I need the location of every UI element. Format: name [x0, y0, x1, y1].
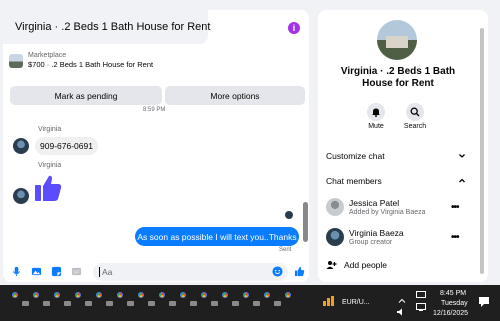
- member-row[interactable]: Virginia Baeza Group creator: [326, 228, 466, 246]
- member-avatar: [326, 228, 344, 246]
- svg-text:GIF: GIF: [73, 269, 80, 274]
- message-bubble-incoming[interactable]: 909-676-0691: [35, 137, 98, 155]
- marketplace-listing[interactable]: Marketplace $700 · .2 Beds 1 Bath House …: [9, 52, 153, 69]
- search-button[interactable]: Search: [398, 103, 432, 130]
- add-people-label: Add people: [344, 260, 388, 270]
- marketplace-label: Marketplace: [28, 52, 67, 59]
- more-icon[interactable]: •••: [451, 232, 459, 243]
- like-button-icon[interactable]: [294, 266, 305, 277]
- sticker-icon[interactable]: [51, 266, 62, 277]
- listing-price: $700 · .2 Beds 1 Bath House for Rent: [28, 60, 154, 69]
- window-preview-icon: [85, 301, 92, 306]
- chat-header[interactable]: Virginia · .2 Beds 1 Bath House for Rent: [3, 10, 211, 44]
- window-preview-icon: [127, 301, 134, 306]
- clock-time[interactable]: 8:45 PM: [440, 290, 466, 297]
- clock-day[interactable]: Tuesday: [441, 300, 468, 307]
- sender-name: Virginia: [38, 162, 62, 169]
- member-subtitle: Added by Virginia Baeza: [349, 209, 426, 216]
- chat-title: Virginia · .2 Beds 1 Bath House for Rent: [15, 21, 211, 33]
- mute-button[interactable]: Mute: [359, 103, 393, 130]
- thumbs-up-icon[interactable]: [33, 173, 63, 203]
- customize-chat-label: Customize chat: [326, 151, 385, 161]
- speaker-icon[interactable]: [396, 308, 406, 316]
- mute-label: Mute: [368, 123, 384, 130]
- chat-info-panel: Virginia · .2 Beds 1 Bath House for Rent…: [318, 10, 488, 282]
- window-preview-icon: [148, 301, 155, 306]
- window-preview-icon: [169, 301, 176, 306]
- info-scrollbar[interactable]: [480, 28, 484, 274]
- message-timestamp: 8:59 PM: [143, 107, 166, 113]
- window-preview-icon: [190, 301, 197, 306]
- monitor-icon[interactable]: [416, 291, 426, 299]
- chrome-icon[interactable]: [136, 290, 146, 300]
- network-icon[interactable]: [416, 303, 426, 311]
- chrome-icon[interactable]: [115, 290, 125, 300]
- chevron-up-icon: [459, 178, 465, 183]
- window-preview-icon: [274, 301, 281, 306]
- read-receipt-avatar: [285, 211, 293, 219]
- add-people-button[interactable]: Add people: [326, 260, 387, 270]
- more-icon[interactable]: •••: [451, 202, 459, 213]
- bell-icon: [372, 108, 380, 117]
- chat-members-row[interactable]: Chat members: [326, 176, 466, 186]
- customize-chat-row[interactable]: Customize chat: [326, 151, 466, 161]
- conversation-avatar: [377, 20, 417, 60]
- chrome-icon[interactable]: [199, 290, 209, 300]
- chat-members-label: Chat members: [326, 176, 382, 186]
- chrome-icon[interactable]: [178, 290, 188, 300]
- currency-widget[interactable]: EUR/U...: [342, 299, 370, 306]
- conversation-title: Virginia · .2 Beds 1 Bath House for Rent: [340, 66, 456, 89]
- notification-icon[interactable]: [478, 296, 490, 308]
- chrome-icon[interactable]: [94, 290, 104, 300]
- member-row[interactable]: Jessica Patel Added by Virginia Baeza: [326, 198, 466, 216]
- chrome-icon[interactable]: [283, 290, 293, 300]
- message-input[interactable]: Aa: [93, 263, 288, 281]
- taskbar: EUR/U... 8:45 PM Tuesday 12/16/2025: [0, 285, 500, 321]
- window-preview-icon: [106, 301, 113, 306]
- chrome-icon[interactable]: [157, 290, 167, 300]
- chrome-icon[interactable]: [220, 290, 230, 300]
- sender-avatar: [13, 188, 29, 204]
- chrome-icon[interactable]: [241, 290, 251, 300]
- message-input-placeholder: Aa: [102, 267, 113, 277]
- sender-name: Virginia: [38, 126, 62, 133]
- chevron-up-icon[interactable]: [398, 297, 406, 305]
- text-caret: [99, 267, 100, 277]
- clock-date[interactable]: 12/16/2025: [433, 310, 468, 317]
- chrome-icon[interactable]: [73, 290, 83, 300]
- chevron-down-icon: [459, 154, 465, 158]
- add-person-icon: [326, 261, 337, 269]
- microphone-icon[interactable]: [11, 266, 22, 277]
- gif-icon[interactable]: GIF: [71, 266, 82, 277]
- member-name: Virginia Baeza: [349, 228, 404, 238]
- composer: GIF Aa: [3, 261, 309, 282]
- chrome-icon[interactable]: [31, 290, 41, 300]
- window-preview-icon: [22, 301, 29, 306]
- photo-icon[interactable]: [31, 266, 42, 277]
- chat-panel: Virginia · .2 Beds 1 Bath House for Rent…: [3, 10, 309, 282]
- search-label: Search: [403, 123, 427, 130]
- member-subtitle: Group creator: [349, 239, 393, 246]
- chat-scrollbar[interactable]: [303, 202, 308, 242]
- chrome-icon[interactable]: [10, 290, 20, 300]
- member-avatar: [326, 198, 344, 216]
- stock-chart-icon[interactable]: [322, 295, 336, 307]
- sender-avatar: [13, 138, 29, 154]
- window-preview-icon: [64, 301, 71, 306]
- window-preview-icon: [43, 301, 50, 306]
- chrome-icon[interactable]: [52, 290, 62, 300]
- listing-thumbnail: [9, 53, 23, 68]
- message-bubble-outgoing[interactable]: As soon as possible I will text you..Tha…: [135, 227, 299, 246]
- chrome-icon[interactable]: [262, 290, 272, 300]
- window-preview-icon: [253, 301, 260, 306]
- emoji-icon[interactable]: [272, 266, 283, 277]
- window-preview-icon: [232, 301, 239, 306]
- member-name: Jessica Patel: [349, 198, 400, 208]
- mark-pending-button[interactable]: Mark as pending: [10, 86, 162, 105]
- more-options-button[interactable]: More options: [165, 86, 305, 105]
- search-icon: [410, 107, 420, 117]
- window-preview-icon: [211, 301, 218, 306]
- info-icon[interactable]: i: [288, 22, 300, 34]
- sent-status: Sent: [279, 247, 292, 253]
